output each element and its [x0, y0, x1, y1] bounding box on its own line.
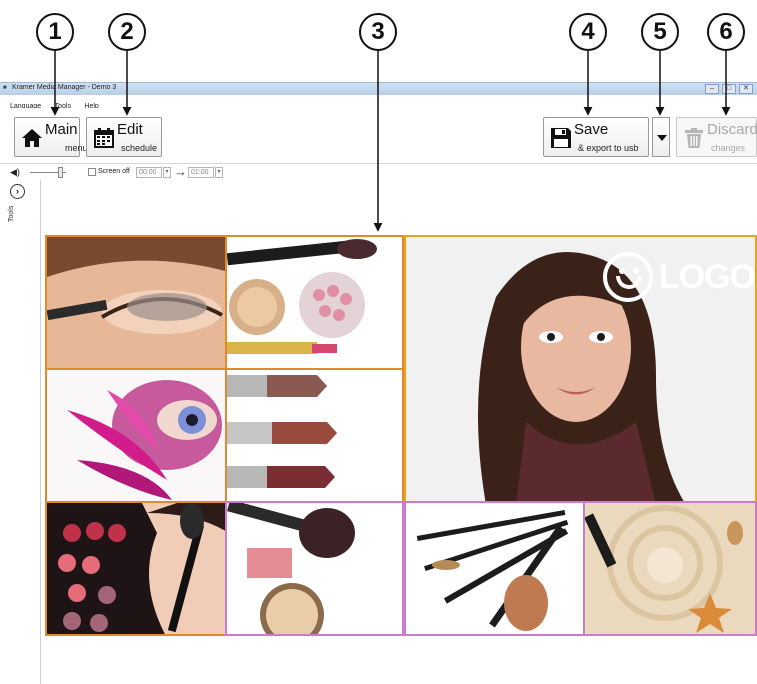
- eye-makeup-photo[interactable]: [45, 235, 227, 370]
- end-time-spinner[interactable]: ▾: [215, 167, 223, 178]
- calendar-icon: [94, 128, 114, 148]
- floppy-disk-icon: [551, 128, 571, 148]
- callout-5: 5: [641, 13, 679, 51]
- time-range-arrow: →: [174, 164, 187, 179]
- makeup-application-photo[interactable]: [45, 501, 227, 636]
- main-button-label: Main: [45, 121, 78, 138]
- callout-2: 2: [108, 13, 146, 51]
- chevron-right-icon[interactable]: ›: [10, 184, 25, 199]
- home-icon: [22, 129, 42, 147]
- main-menu-button[interactable]: Main menu: [14, 117, 88, 157]
- volume-slider[interactable]: [30, 167, 66, 178]
- callout-6: 6: [707, 13, 745, 51]
- start-time-input[interactable]: 00:00: [136, 167, 162, 178]
- discard-changes-button[interactable]: Discard changes: [676, 117, 757, 157]
- trash-icon: [685, 128, 703, 148]
- save-button-label: Save: [574, 121, 609, 138]
- feather-eye-image: [47, 370, 225, 501]
- callout-4: 4: [569, 13, 607, 51]
- screen-off-label: Screen off: [98, 168, 130, 175]
- cosmetics-powder-photo[interactable]: [225, 235, 404, 370]
- menu-bar: Language Tools Help: [0, 95, 757, 110]
- volume-slider-thumb[interactable]: [58, 167, 63, 178]
- feather-eye-photo[interactable]: [45, 368, 227, 503]
- edit-schedule-button[interactable]: Edit schedule: [86, 117, 162, 157]
- lipsticks-image: [227, 370, 402, 501]
- sand-seashell-photo[interactable]: [583, 501, 757, 636]
- chevron-down-icon: [657, 135, 667, 141]
- discard-button-label: Discard: [707, 121, 757, 138]
- layout-canvas: LOGO: [41, 180, 757, 684]
- tools-panel-label: Tools: [8, 205, 15, 222]
- tools-panel: › Tools: [0, 180, 41, 684]
- maximize-button[interactable]: □: [722, 84, 736, 94]
- main-button-sublabel: menu: [65, 143, 88, 153]
- start-time-spinner[interactable]: ▾: [163, 167, 171, 178]
- blush-powder-photo[interactable]: [225, 501, 404, 636]
- save-export-button[interactable]: Save & export to usb: [543, 117, 649, 157]
- app-icon: ■: [3, 85, 7, 91]
- lipsticks-photo[interactable]: [225, 368, 404, 503]
- brush-set-image: [406, 503, 583, 634]
- smiley-icon: [602, 252, 653, 302]
- save-options-dropdown-button[interactable]: [652, 117, 670, 157]
- eye-makeup-image: [47, 237, 225, 368]
- speaker-icon[interactable]: ◀): [10, 167, 20, 178]
- callout-3: 3: [359, 13, 397, 51]
- window-titlebar: ■ Kramer Media Manager - Demo 3 – □ ✕: [0, 82, 757, 95]
- discard-button-sublabel: changes: [711, 143, 746, 153]
- callout-1: 1: [36, 13, 74, 51]
- model-portrait-photo[interactable]: LOGO: [404, 235, 757, 503]
- blush-powder-image: [227, 503, 402, 634]
- cosmetics-powder-image: [227, 237, 402, 368]
- playback-controls-row: ◀) Screen off 00:00 ▾ → 01:00 ▾: [0, 164, 757, 180]
- toolbar: Main menu Edit schedule Save & export to…: [0, 108, 757, 164]
- close-button[interactable]: ✕: [739, 84, 753, 94]
- edit-button-sublabel: schedule: [121, 143, 158, 153]
- window-title: Kramer Media Manager - Demo 3: [12, 84, 117, 91]
- screen-off-checkbox[interactable]: [88, 168, 96, 176]
- makeup-application-image: [47, 503, 225, 634]
- logo-text: LOGO: [658, 257, 755, 296]
- logo-badge: LOGO: [602, 247, 755, 307]
- sand-seashell-image: [585, 503, 755, 634]
- screenshot-root: 1 2 3 4 5 6 ■ Kramer Media Manager - Dem…: [0, 0, 757, 684]
- edit-button-label: Edit: [117, 121, 143, 138]
- save-button-sublabel: & export to usb: [578, 143, 639, 153]
- window-controls: – □ ✕: [705, 84, 753, 94]
- minimize-button[interactable]: –: [705, 84, 719, 94]
- brush-set-photo[interactable]: [404, 501, 585, 636]
- end-time-input[interactable]: 01:00: [188, 167, 214, 178]
